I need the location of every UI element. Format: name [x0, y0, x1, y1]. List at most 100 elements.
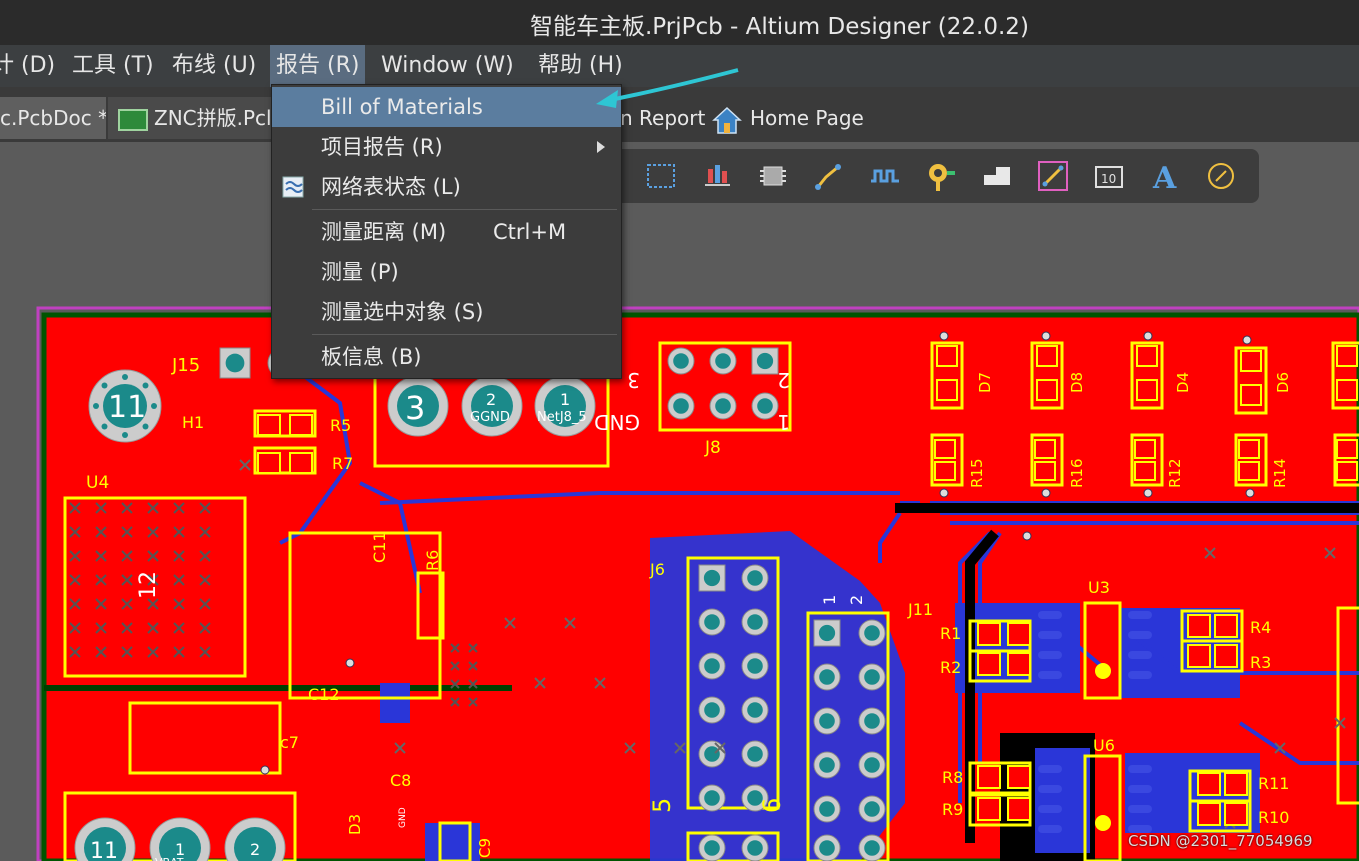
net-label: GGND	[470, 410, 510, 425]
dimension-icon[interactable]: 10	[1092, 159, 1126, 193]
pad-hole	[703, 569, 721, 587]
small-via	[1143, 488, 1153, 498]
title-bar: 智能车主板.PrjPcb - Altium Designer (22.0.2)	[0, 0, 1359, 45]
designator-d3: D3	[346, 814, 364, 835]
ic-lead	[1128, 631, 1152, 639]
menu-item-label: 项目报告 (R)	[321, 135, 443, 159]
smd-pad	[289, 452, 313, 474]
pcb-board-view[interactable]: J15 H1 R5 R7 U4 C11 R6 J8 J6 J11 C12 c7 C8 D3 C9 U3 R1 R2…	[0, 203, 1359, 861]
menu-tools[interactable]: 工具 (T)	[66, 45, 160, 87]
pad-hole	[819, 669, 835, 685]
smd-pad	[1224, 772, 1248, 796]
pin1-marker	[1095, 815, 1111, 831]
pad-label: 2	[777, 368, 790, 392]
smd-pad	[1007, 622, 1031, 646]
smd-pad	[1238, 439, 1260, 459]
ic-lead	[1038, 785, 1062, 793]
small-via	[260, 765, 270, 775]
pad-label: 2	[486, 390, 496, 409]
pad-hole	[704, 614, 720, 630]
line-icon[interactable]	[1036, 159, 1070, 193]
pad-hole	[864, 713, 880, 729]
menu-item-measure[interactable]: 测量 (P)	[272, 252, 621, 292]
smd-pad	[936, 345, 958, 367]
pcb-doc-icon	[118, 108, 148, 131]
mounting-hole-via	[101, 423, 108, 430]
designator-r8: R8	[942, 768, 963, 787]
pad-hole	[819, 757, 835, 773]
designator-j8: J8	[704, 438, 721, 458]
smd-pad	[1034, 461, 1056, 481]
pcb-workspace[interactable]: J15 H1 R5 R7 U4 C11 R6 J8 J6 J11 C12 c7 C8 D3 C9 U3 R1 R2…	[0, 203, 1359, 861]
pad-hole	[864, 625, 880, 641]
designator-c7: c7	[280, 733, 299, 752]
pad-hole	[747, 570, 763, 586]
smd-pad	[1007, 652, 1031, 676]
pad-label: 2	[847, 595, 866, 605]
ic-lead	[1038, 671, 1062, 679]
mounting-hole-via	[142, 382, 149, 389]
menu-item-board-information[interactable]: 板信息 (B)	[272, 337, 621, 377]
pad-hole	[715, 398, 731, 414]
menu-separator	[312, 209, 617, 210]
menu-item-label: 测量距离 (M)	[321, 220, 447, 244]
tab-znc-panel[interactable]: ZNC拼版.Pcl	[108, 97, 273, 139]
ic-lead	[1128, 785, 1152, 793]
designator-c8: C8	[390, 771, 411, 790]
smd-pad	[1136, 379, 1158, 401]
text-icon[interactable]: A	[1148, 159, 1182, 193]
menu-item-netlist-status[interactable]: 网络表状态 (L)	[272, 167, 621, 207]
ic-lead	[1038, 651, 1062, 659]
mounting-hole-via	[122, 432, 128, 438]
reports-dropdown-menu: Bill of Materials 项目报告 (R) 网络表状态 (L) 测量距…	[271, 84, 622, 379]
designator-c9: C9	[476, 838, 494, 858]
menu-route[interactable]: 布线 (U)	[166, 45, 262, 87]
designator-d6: D6	[1274, 372, 1292, 393]
net-label: VBAT	[155, 856, 184, 861]
bottom-layer-pour	[380, 683, 410, 723]
smd-pad	[257, 414, 281, 436]
small-via	[939, 331, 949, 341]
pad-hole	[747, 614, 763, 630]
small-via	[1022, 531, 1032, 541]
pad-hole	[819, 713, 835, 729]
component-icon[interactable]	[756, 159, 790, 193]
tab-home-page-label: Home Page	[750, 106, 864, 130]
menu-item-measure-selected[interactable]: 测量选中对象 (S)	[272, 292, 621, 332]
pad-hole	[864, 669, 880, 685]
menu-item-label: Bill of Materials	[321, 95, 483, 119]
ic-lead	[1038, 825, 1062, 833]
polygon-pour-icon[interactable]	[980, 159, 1014, 193]
active-bar-toolbar: 10 A	[620, 149, 1259, 203]
via-icon[interactable]	[924, 159, 958, 193]
tab-pcbdoc-label: c.PcbDoc *	[0, 106, 106, 130]
menu-design[interactable]: 计 (D)	[0, 45, 61, 87]
smd-pad	[977, 652, 1001, 676]
route-icon[interactable]	[812, 159, 846, 193]
ic-lead	[1128, 611, 1152, 619]
length-tuning-icon[interactable]	[868, 159, 902, 193]
smd-pad	[1187, 614, 1211, 638]
pad-hole	[818, 624, 836, 642]
menu-item-bill-of-materials[interactable]: Bill of Materials	[272, 87, 621, 127]
designator-j11: J11	[907, 600, 933, 619]
pad-label: 2	[250, 840, 260, 859]
smd-pad	[977, 797, 1001, 821]
annotation-arrow	[596, 68, 739, 108]
arc-icon[interactable]	[1204, 159, 1238, 193]
designator-r2: R2	[940, 658, 961, 677]
tab-pcbdoc[interactable]: c.PcbDoc *	[0, 97, 106, 139]
pad-hole	[704, 790, 720, 806]
designator-r1: R1	[940, 624, 961, 643]
select-area-icon[interactable]	[644, 159, 678, 193]
menu-window[interactable]: Window (W)	[375, 45, 520, 87]
menu-reports[interactable]: 报告 (R)	[270, 45, 366, 87]
smd-pad	[1134, 461, 1156, 481]
designator-r12: R12	[1166, 458, 1184, 488]
menu-item-measure-distance[interactable]: 测量距离 (M) Ctrl+M	[272, 212, 621, 252]
small-via	[1041, 488, 1051, 498]
pad-hole	[704, 840, 720, 856]
designator-u6: U6	[1093, 736, 1115, 755]
align-icon[interactable]	[700, 159, 734, 193]
menu-item-project-reports[interactable]: 项目报告 (R)	[272, 127, 621, 167]
